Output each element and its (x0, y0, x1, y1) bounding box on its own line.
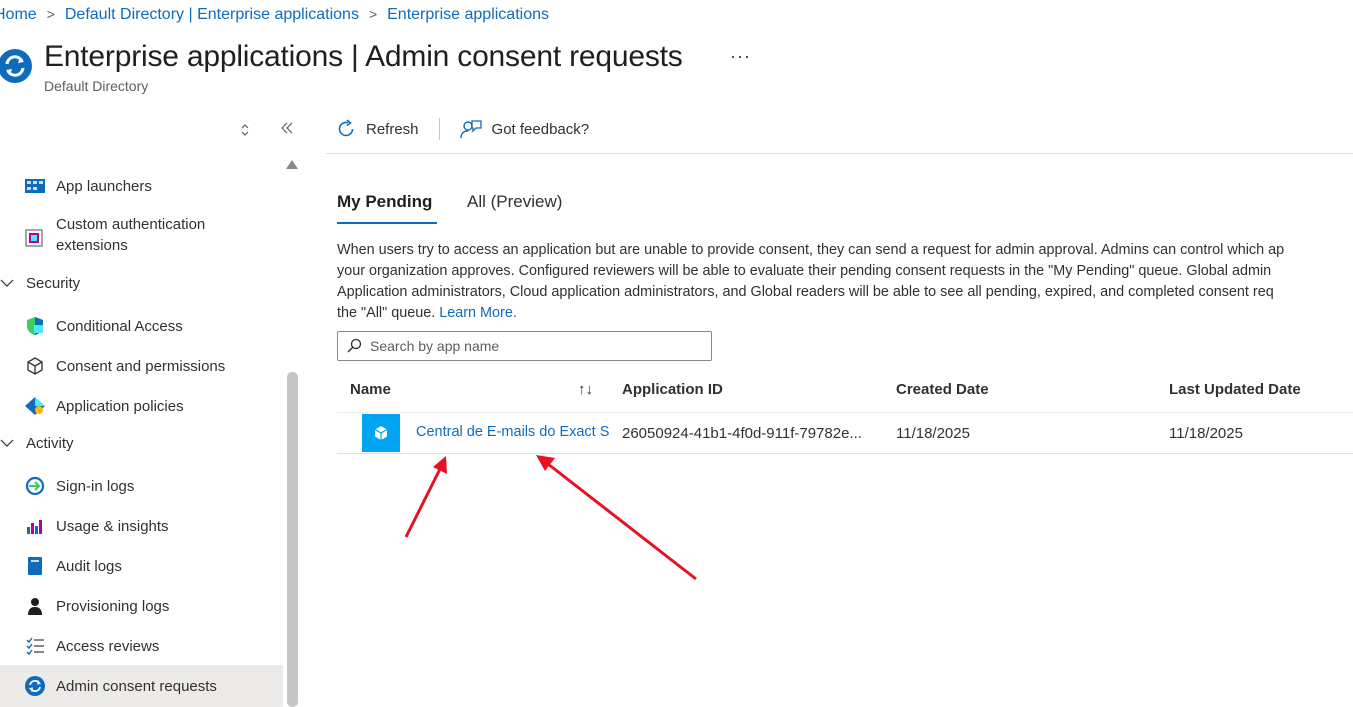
annotation-arrow-right (536, 455, 697, 581)
annotation-arrow-left (404, 456, 447, 538)
annotation-arrows (404, 455, 697, 581)
